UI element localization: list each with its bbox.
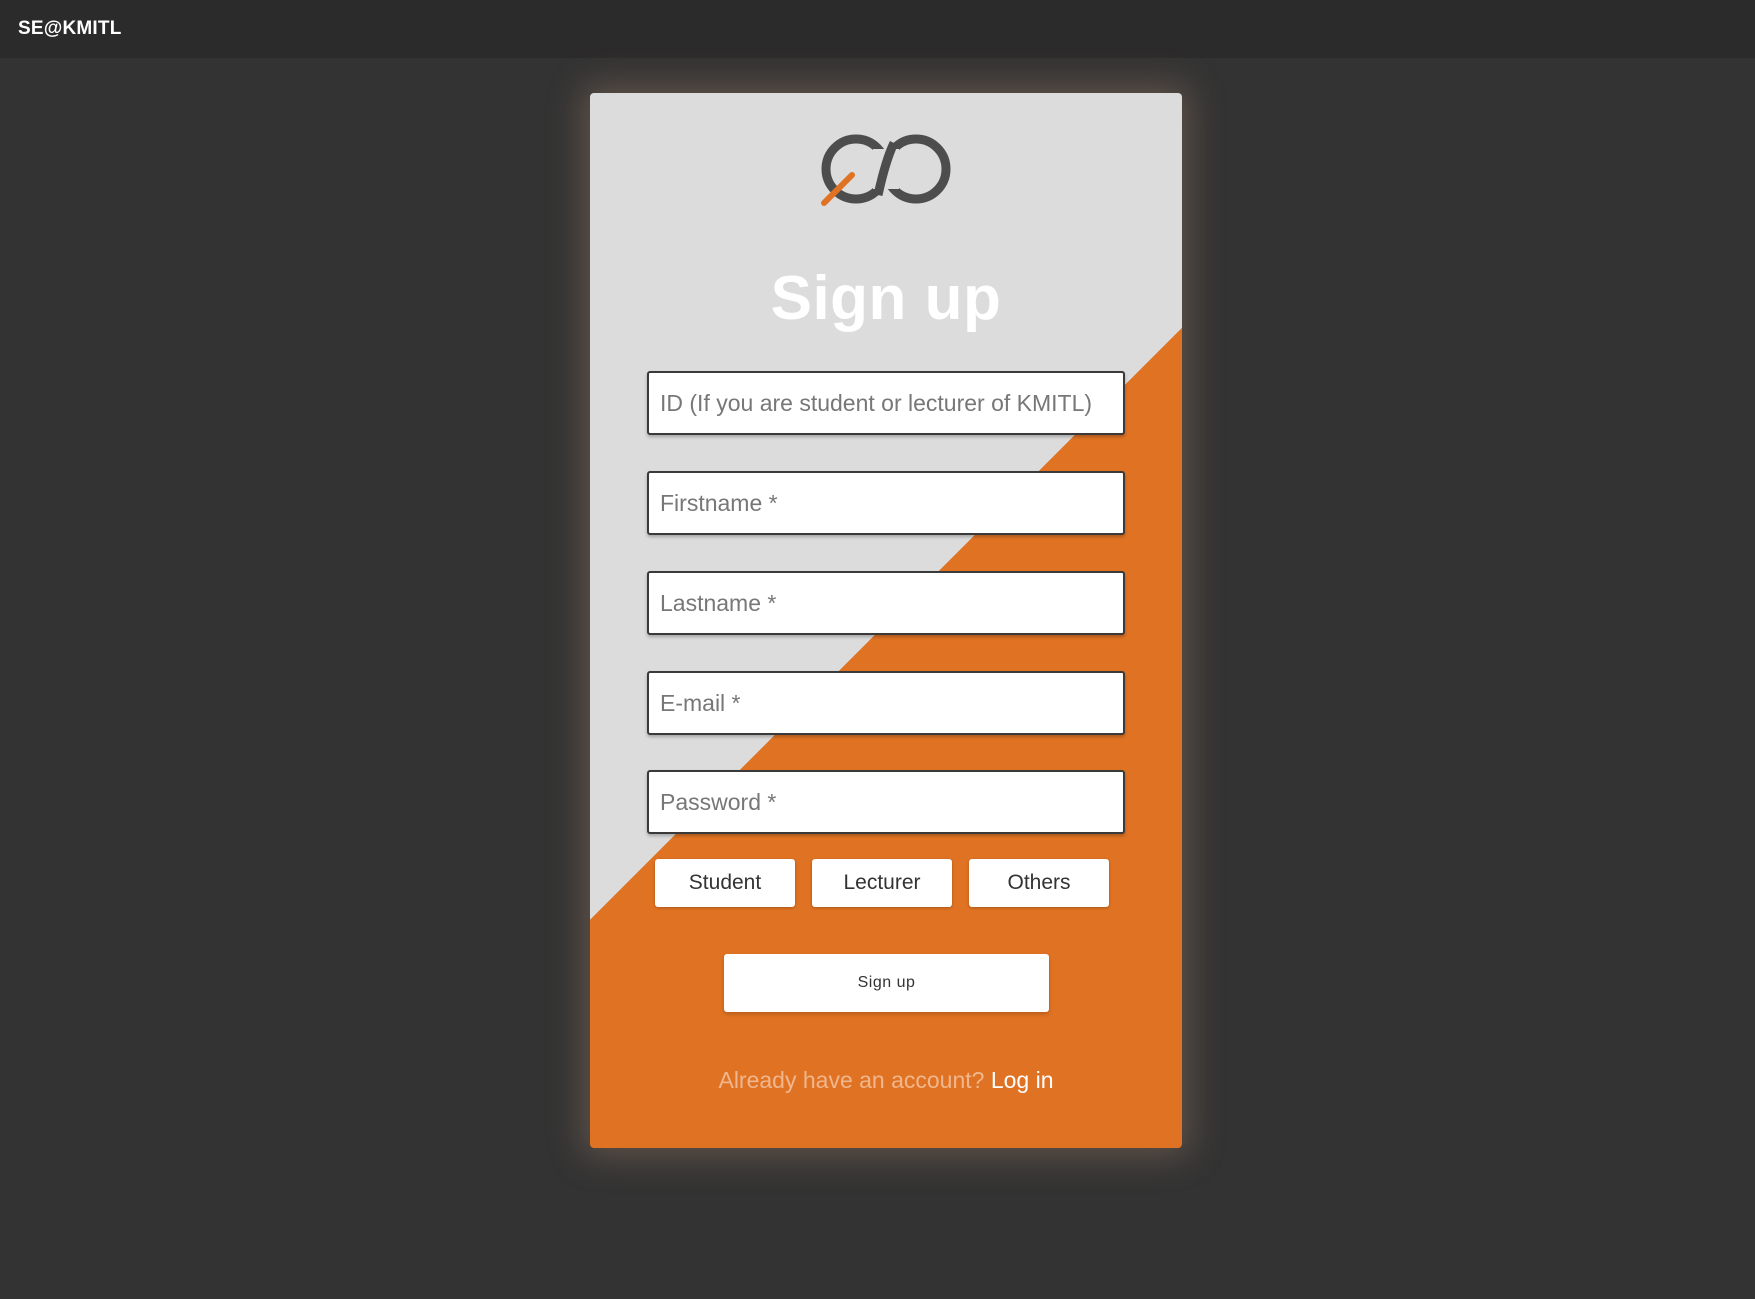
lastname-field[interactable] — [647, 571, 1125, 635]
email-field[interactable] — [647, 671, 1125, 735]
firstname-field[interactable] — [647, 471, 1125, 535]
page-title: Sign up — [770, 264, 1002, 333]
password-field[interactable] — [647, 770, 1125, 834]
signup-button[interactable]: Sign up — [724, 954, 1049, 1012]
top-navbar: SE@KMITL — [0, 0, 1755, 58]
role-lecturer-button[interactable]: Lecturer — [812, 859, 952, 907]
id-field[interactable] — [647, 371, 1125, 435]
role-selector: Student Lecturer Others — [655, 859, 1117, 907]
login-prompt: Already have an account? Log in — [590, 1067, 1182, 1094]
login-question-text: Already have an account? — [718, 1067, 985, 1093]
signup-card: Sign up Student Lecturer Others Sign up … — [590, 93, 1182, 1148]
infinity-logo-icon — [821, 134, 951, 206]
role-others-button[interactable]: Others — [969, 859, 1109, 907]
login-link[interactable]: Log in — [991, 1067, 1054, 1093]
brand-logo-text[interactable]: SE@KMITL — [18, 18, 122, 40]
role-student-button[interactable]: Student — [655, 859, 795, 907]
